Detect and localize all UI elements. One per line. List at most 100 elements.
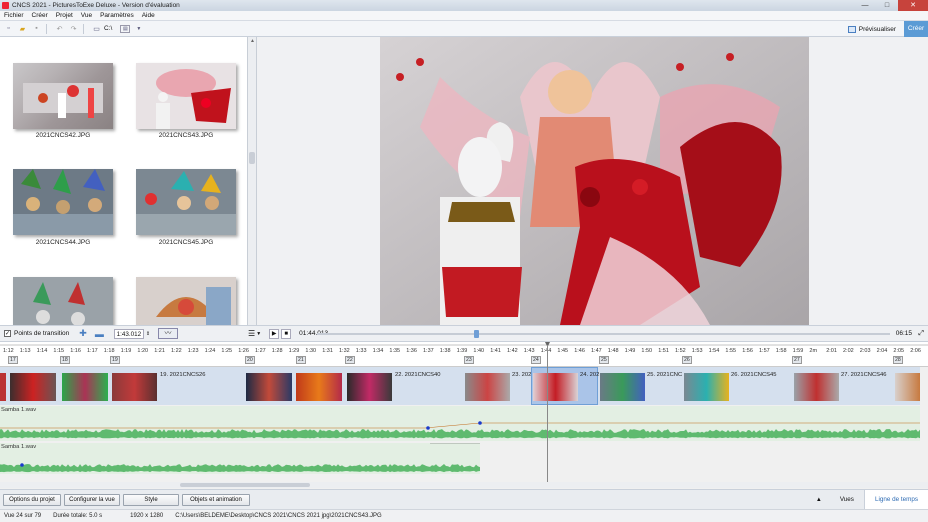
menu-parametres[interactable]: Paramètres <box>96 12 138 19</box>
slide-number-marker[interactable]: 23 <box>464 356 474 364</box>
seek-handle[interactable] <box>474 330 479 338</box>
menu-projet[interactable]: Projet <box>52 12 77 19</box>
preview-image <box>380 37 809 325</box>
chevron-down-icon[interactable]: ▼ <box>133 23 144 34</box>
open-folder-icon[interactable]: ▰ <box>17 23 28 34</box>
file-thumbnail[interactable] <box>136 63 236 129</box>
add-icon[interactable]: ✚ <box>79 328 87 339</box>
drive-label[interactable]: C:\ <box>104 25 112 32</box>
slide-number-marker[interactable]: 27 <box>792 356 802 364</box>
slide-thumbnail[interactable] <box>794 373 839 401</box>
scroll-thumb[interactable] <box>249 152 255 164</box>
ruler-tick-label: 1:56 <box>742 348 753 354</box>
project-options-button[interactable]: Options du projet <box>3 493 61 506</box>
chevron-down-icon[interactable]: ▼ <box>256 331 261 337</box>
redo-icon[interactable]: ↷ <box>68 23 79 34</box>
menu-bar: Fichier Créer Projet Vue Paramètres Aide <box>0 11 928 21</box>
style-button[interactable]: Style <box>123 493 179 506</box>
audio-track[interactable]: Samba 1.wav <box>0 443 480 474</box>
slide-number-marker[interactable]: 21 <box>296 356 306 364</box>
file-browser: 2021CNCS42.JPG 2021CNCS43.JPG 2021CNCS44… <box>0 37 248 325</box>
duration-field[interactable]: 1:43.012 <box>113 328 144 339</box>
minimize-button[interactable]: — <box>854 0 876 11</box>
ruler-tick-label: 1:57 <box>759 348 770 354</box>
timeline-scrollbar[interactable] <box>0 482 928 488</box>
slide-number-marker[interactable]: 25 <box>599 356 609 364</box>
ruler-tick-label: 2m <box>809 348 818 354</box>
scroll-thumb[interactable] <box>180 483 310 487</box>
slide-number-marker[interactable]: 19 <box>110 356 120 364</box>
time-ruler[interactable]: 1:12 1:13 1:14 1:15 1:16 1:17 1:18 1:19 1:20 1:21… <box>0 342 928 367</box>
ruler-tick-label: 1:38 <box>439 348 451 354</box>
preview-icon <box>847 25 856 33</box>
file-name[interactable]: 2021CNCS44.JPG <box>13 239 113 246</box>
slide-thumbnail[interactable] <box>62 373 108 401</box>
drive-icon[interactable]: ▭ <box>91 23 102 34</box>
seek-bar[interactable] <box>317 330 890 338</box>
file-thumbnail[interactable] <box>13 63 113 129</box>
undo-icon[interactable]: ↶ <box>54 23 65 34</box>
menu-creer[interactable]: Créer <box>28 12 52 19</box>
stop-icon[interactable]: ■ <box>281 328 292 339</box>
slide-thumbnail[interactable] <box>465 373 510 401</box>
ruler-tick-label: 1:23 <box>187 348 199 354</box>
ruler-tick-label: 1:36 <box>406 348 417 354</box>
slide-number-marker[interactable]: 26 <box>682 356 692 364</box>
slide-thumbnail[interactable] <box>296 373 342 401</box>
menu-vue[interactable]: Vue <box>77 12 96 19</box>
file-thumbnail[interactable] <box>136 169 236 235</box>
slide-number-marker[interactable]: 28 <box>893 356 903 364</box>
new-file-icon[interactable]: ▫ <box>3 23 14 34</box>
menu-aide[interactable]: Aide <box>138 12 159 19</box>
slide-number-marker[interactable]: 24 <box>531 356 541 364</box>
slide-thumbnail[interactable] <box>347 373 392 401</box>
slide-thumbnail[interactable] <box>10 373 56 401</box>
collapse-icon[interactable]: ▲ <box>808 490 830 510</box>
maximize-button[interactable]: □ <box>876 0 898 11</box>
slide-number-marker[interactable]: 18 <box>60 356 70 364</box>
title-bar: CNCS 2021 - PicturesToExe Deluxe - Versi… <box>0 0 928 11</box>
audio-track[interactable]: Samba 1.wav <box>0 406 920 441</box>
slide-number-marker[interactable]: 22 <box>345 356 355 364</box>
scroll-up-icon[interactable]: ▲ <box>248 37 257 46</box>
preview-label: Prévisualiser <box>858 25 896 33</box>
slide-track[interactable]: 19. 2021CNCS26 22. 2021CNCS40 23. 2021 2… <box>0 367 920 405</box>
menu-icon[interactable]: ☰ <box>248 329 255 338</box>
file-thumbnail[interactable] <box>13 277 113 325</box>
close-button[interactable]: ✕ <box>898 0 928 11</box>
play-icon[interactable]: ▶ <box>269 328 280 339</box>
slide-thumbnail[interactable] <box>246 373 292 401</box>
ruler-tick-label: 1:53 <box>691 348 703 354</box>
file-name[interactable]: 2021CNCS42.JPG <box>13 132 113 139</box>
file-name[interactable]: 2021CNCS43.JPG <box>136 132 236 139</box>
slide-thumbnail[interactable] <box>684 373 729 401</box>
file-name[interactable]: 2021CNCS45.JPG <box>136 239 236 246</box>
fullscreen-icon[interactable]: ⤢ <box>918 330 924 338</box>
preview-button[interactable]: Prévisualiser <box>844 23 900 35</box>
remove-icon[interactable]: ▬ <box>95 329 104 339</box>
create-button[interactable]: Créer <box>904 21 928 37</box>
slide-number-marker[interactable]: 20 <box>245 356 255 364</box>
save-icon[interactable]: ▪ <box>31 23 42 34</box>
slide-thumbnail[interactable] <box>533 373 578 401</box>
configure-view-button[interactable]: Configurer la vue <box>64 493 120 506</box>
file-thumbnail[interactable] <box>136 277 236 325</box>
transition-points-checkbox[interactable]: ✓ <box>4 330 11 337</box>
slide-thumbnail[interactable] <box>600 373 645 401</box>
view-mode-icon[interactable]: ▤ <box>120 24 131 33</box>
tab-timeline[interactable]: Ligne de temps <box>863 490 928 510</box>
objects-animation-button[interactable]: Objets et animation <box>182 493 250 506</box>
slide-number-marker[interactable]: 17 <box>8 356 18 364</box>
preview-area <box>257 37 928 325</box>
slide-thumbnail[interactable] <box>0 373 6 401</box>
slide-thumbnail[interactable] <box>112 373 157 401</box>
browser-scrollbar[interactable]: ▲ <box>248 37 257 325</box>
menu-fichier[interactable]: Fichier <box>0 12 28 19</box>
ruler-tick-label: 1:25 <box>221 348 233 354</box>
waveform-toggle-icon[interactable]: 〰 <box>158 328 179 339</box>
ruler-tick-label: 1:20 <box>137 348 149 354</box>
tab-views[interactable]: Vues <box>830 490 864 510</box>
spinner-icon[interactable]: ⇕ <box>146 331 150 337</box>
slide-thumbnail[interactable] <box>895 373 920 401</box>
file-thumbnail[interactable] <box>13 169 113 235</box>
